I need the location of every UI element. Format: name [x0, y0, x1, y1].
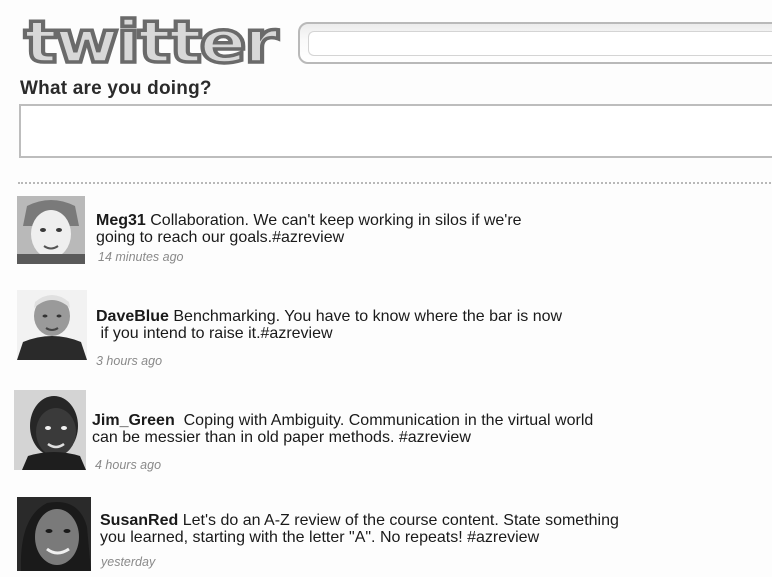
tweet-body: DaveBlue Benchmarking. You have to know … — [96, 308, 562, 342]
tweet-timestamp[interactable]: 4 hours ago — [95, 458, 161, 472]
logo-text: twitter — [24, 10, 279, 74]
timeline-divider — [18, 182, 772, 184]
avatar-meg31[interactable] — [17, 196, 85, 264]
tweet-text-line: can be messier than in old paper methods… — [92, 429, 471, 446]
tweet-username[interactable]: Meg31 — [96, 212, 146, 229]
tweet-text-line: Collaboration. We can't keep working in … — [150, 212, 522, 229]
tweet-body: Meg31 Collaboration. We can't keep worki… — [96, 212, 522, 246]
avatar-jim-green[interactable] — [14, 390, 86, 470]
avatar-image — [17, 196, 85, 264]
tweet-text-line: you learned, starting with the letter "A… — [100, 529, 540, 546]
status-input[interactable] — [19, 104, 772, 158]
search-input[interactable] — [308, 31, 772, 56]
tweet-body: Jim_Green Coping with Ambiguity. Communi… — [92, 412, 593, 446]
tweet-username[interactable]: DaveBlue — [96, 308, 169, 325]
tweet-text-line: if you intend to raise it.#azreview — [96, 325, 333, 342]
status-prompt: What are you doing? — [20, 78, 212, 99]
twitter-logo[interactable]: twitter — [20, 10, 282, 74]
avatar-daveblue[interactable] — [17, 290, 87, 360]
tweet-text-line: Coping with Ambiguity. Communication in … — [179, 412, 594, 429]
tweet-text-line: Benchmarking. You have to know where the… — [173, 308, 563, 325]
avatar-image — [14, 390, 86, 470]
tweet-timestamp[interactable]: yesterday — [101, 555, 155, 569]
tweet-text-line: Let's do an A-Z review of the course con… — [182, 512, 619, 529]
avatar-image — [17, 290, 87, 360]
search-box[interactable] — [298, 22, 772, 64]
tweet-body: SusanRed Let's do an A-Z review of the c… — [100, 512, 619, 546]
twitter-page: twitter What are you doing? Meg31 Collab… — [0, 0, 772, 577]
avatar-image — [17, 497, 91, 571]
tweet-username[interactable]: Jim_Green — [92, 412, 175, 429]
tweet-text-line: going to reach our goals.#azreview — [96, 229, 345, 246]
avatar-susanred[interactable] — [17, 497, 91, 571]
tweet-timestamp[interactable]: 14 minutes ago — [98, 250, 183, 264]
tweet-timestamp[interactable]: 3 hours ago — [96, 354, 162, 368]
tweet-username[interactable]: SusanRed — [100, 512, 178, 529]
